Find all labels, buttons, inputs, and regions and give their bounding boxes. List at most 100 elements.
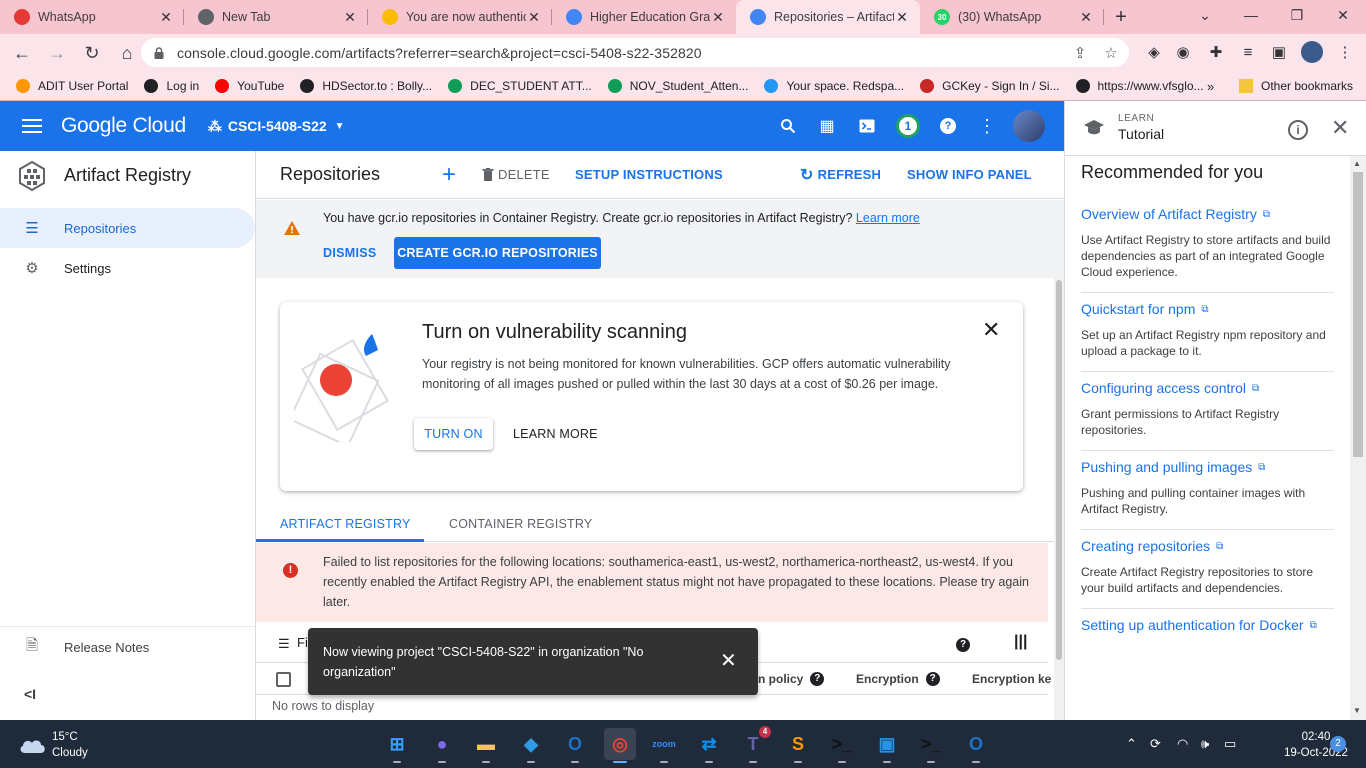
bookmark-item[interactable]: https://www.vfsglo... — [1075, 79, 1204, 93]
taskbar-app-terminal[interactable]: >_ — [826, 728, 858, 763]
close-window-button[interactable]: ✕ — [1320, 0, 1366, 30]
turn-on-button[interactable]: TURN ON — [414, 418, 493, 450]
help-icon[interactable]: ? — [925, 672, 940, 686]
delete-button[interactable]: DELETE — [482, 167, 575, 182]
side-panel-icon[interactable]: ▣ — [1266, 39, 1292, 65]
wifi-icon[interactable]: ◠ — [1177, 736, 1188, 752]
weather-widget[interactable]: 15°C Cloudy — [18, 729, 88, 761]
close-icon[interactable]: ✕ — [720, 648, 737, 673]
collapse-sidebar-icon[interactable]: <I — [24, 686, 36, 702]
minimize-button[interactable]: — — [1228, 0, 1274, 30]
column-display-icon[interactable]: ||| — [1014, 633, 1027, 651]
taskbar-app-zoom[interactable]: zoom — [648, 728, 680, 763]
sidebar-item-repositories[interactable]: ☰ Repositories — [0, 208, 255, 248]
notifications-badge[interactable]: 1 — [893, 101, 923, 151]
scroll-up-icon[interactable]: ▲ — [1353, 159, 1361, 168]
setup-instructions-button[interactable]: SETUP INSTRUCTIONS — [575, 167, 800, 182]
new-tab-button[interactable]: + — [1104, 0, 1138, 34]
release-notes-link[interactable]: 🗎 Release Notes — [0, 627, 255, 667]
shield-extension-icon[interactable]: ◈ — [1141, 39, 1167, 65]
main-scrollbar[interactable] — [1054, 278, 1064, 720]
tutorial-link[interactable]: Creating repositories ⧉ — [1081, 538, 1334, 554]
volume-icon[interactable]: 🕪 — [1201, 736, 1209, 752]
share-icon[interactable]: ⇪ — [1068, 38, 1092, 67]
taskbar-app-outlook[interactable]: O — [559, 728, 591, 763]
project-picker[interactable]: ⁂ CSCI-5408-S22 ▼ — [208, 118, 345, 135]
main-menu-icon[interactable] — [22, 119, 42, 133]
google-cloud-logo[interactable]: Google Cloud — [61, 114, 186, 138]
learn-more-button[interactable]: LEARN MORE — [513, 427, 598, 441]
bookmark-item[interactable]: GCKey - Sign In / Si... — [920, 79, 1060, 93]
sidebar-item-settings[interactable]: ⚙ Settings — [0, 248, 255, 288]
tutorial-link[interactable]: Overview of Artifact Registry ⧉ — [1081, 206, 1334, 222]
tab-artifact-registry[interactable]: ARTIFACT REGISTRY — [280, 517, 411, 531]
profile-avatar[interactable] — [1299, 39, 1325, 65]
browser-menu-icon[interactable]: ⋮ — [1332, 39, 1358, 65]
other-bookmarks[interactable]: Other bookmarks — [1239, 72, 1353, 100]
close-tab-icon[interactable]: ✕ — [894, 9, 910, 26]
tab-search-icon[interactable]: ⌄ — [1182, 0, 1228, 30]
column-header[interactable]: Encryption ke — [972, 672, 1051, 686]
gift-icon[interactable]: ▦ — [812, 101, 842, 151]
help-icon[interactable]: ? — [956, 635, 970, 652]
bookmark-item[interactable]: Your space. Redspa... — [764, 79, 904, 93]
tutorial-scrollbar[interactable]: ▲ ▼ — [1350, 156, 1366, 720]
scroll-down-icon[interactable]: ▼ — [1353, 706, 1361, 715]
tab-container-registry[interactable]: CONTAINER REGISTRY — [449, 517, 592, 531]
show-info-panel-button[interactable]: SHOW INFO PANEL — [907, 167, 1032, 182]
bookmark-item[interactable]: DEC_STUDENT ATT... — [448, 79, 592, 93]
bookmark-item[interactable]: Log in — [144, 79, 199, 93]
browser-tab[interactable]: New Tab ✕ — [184, 0, 368, 34]
media-icon[interactable]: ≡ — [1235, 39, 1261, 65]
tray-sync-icon[interactable]: ⟳ — [1150, 736, 1161, 752]
extension-circle-icon[interactable]: ◉ — [1170, 39, 1196, 65]
learn-more-link[interactable]: Learn more — [856, 211, 920, 225]
tutorial-link[interactable]: Pushing and pulling images ⧉ — [1081, 459, 1334, 475]
search-icon[interactable] — [773, 101, 803, 151]
home-icon[interactable]: ⌂ — [111, 37, 143, 69]
bookmark-star-icon[interactable]: ☆ — [1099, 38, 1123, 67]
help-icon[interactable]: ? — [810, 672, 825, 686]
select-all-checkbox[interactable] — [276, 672, 291, 687]
column-header[interactable]: n policy? — [758, 672, 825, 686]
tutorial-link[interactable]: Configuring access control ⧉ — [1081, 380, 1334, 396]
bookmark-item[interactable]: ADIT User Portal — [16, 79, 128, 93]
more-vert-icon[interactable]: ⋮ — [972, 101, 1002, 151]
dismiss-button[interactable]: DISMISS — [323, 246, 377, 260]
taskbar-app-teamviewer[interactable]: ⇄ — [693, 728, 725, 763]
tutorial-link[interactable]: Setting up authentication for Docker ⧉ — [1081, 617, 1334, 633]
refresh-button[interactable]: ↻ REFRESH — [800, 165, 907, 185]
close-tab-icon[interactable]: ✕ — [1078, 9, 1094, 26]
omnibox[interactable]: console.cloud.google.com/artifacts?refer… — [141, 38, 1129, 67]
taskbar-app-docker[interactable]: ▣ — [871, 728, 903, 763]
browser-tab[interactable]: 30 (30) WhatsApp ✕ — [920, 0, 1104, 34]
taskbar-app-sublime[interactable]: S — [782, 728, 814, 763]
column-header[interactable]: Encryption? — [856, 672, 940, 686]
taskbar-app-video-chat[interactable]: ● — [426, 728, 458, 763]
browser-tab[interactable]: You are now authentic ✕ — [368, 0, 552, 34]
close-tab-icon[interactable]: ✕ — [342, 9, 358, 26]
close-tab-icon[interactable]: ✕ — [158, 9, 174, 26]
bookmark-item[interactable]: HDSector.to : Bolly... — [300, 79, 432, 93]
battery-icon[interactable]: ▭ — [1224, 736, 1236, 752]
help-icon[interactable]: ? — [933, 101, 963, 151]
bookmarks-overflow-icon[interactable]: » — [1207, 72, 1214, 100]
browser-tab[interactable]: Higher Education Gra ✕ — [552, 0, 736, 34]
notification-center-badge[interactable]: 2 — [1330, 736, 1346, 752]
extensions-puzzle-icon[interactable]: ✚ — [1203, 39, 1229, 65]
taskbar-app-outlook-2[interactable]: O — [960, 728, 992, 763]
cloud-shell-icon[interactable] — [852, 101, 882, 151]
close-icon[interactable]: ✕ — [982, 317, 1000, 343]
create-gcr-repositories-button[interactable]: CREATE GCR.IO REPOSITORIES — [394, 237, 601, 269]
bookmark-item[interactable]: YouTube — [215, 79, 284, 93]
tutorial-link[interactable]: Quickstart for npm ⧉ — [1081, 301, 1334, 317]
filter-input[interactable]: Fi — [297, 635, 308, 650]
close-tab-icon[interactable]: ✕ — [710, 9, 726, 26]
create-repository-button[interactable]: + — [442, 161, 482, 189]
tray-chevron-icon[interactable]: ⌃ — [1126, 736, 1137, 752]
back-icon[interactable]: ← — [6, 37, 38, 69]
reload-icon[interactable]: ↻ — [76, 37, 108, 69]
taskbar-app-windows-start[interactable]: ⊞ — [381, 728, 413, 763]
close-tab-icon[interactable]: ✕ — [526, 9, 542, 26]
info-icon[interactable]: i — [1288, 120, 1308, 140]
